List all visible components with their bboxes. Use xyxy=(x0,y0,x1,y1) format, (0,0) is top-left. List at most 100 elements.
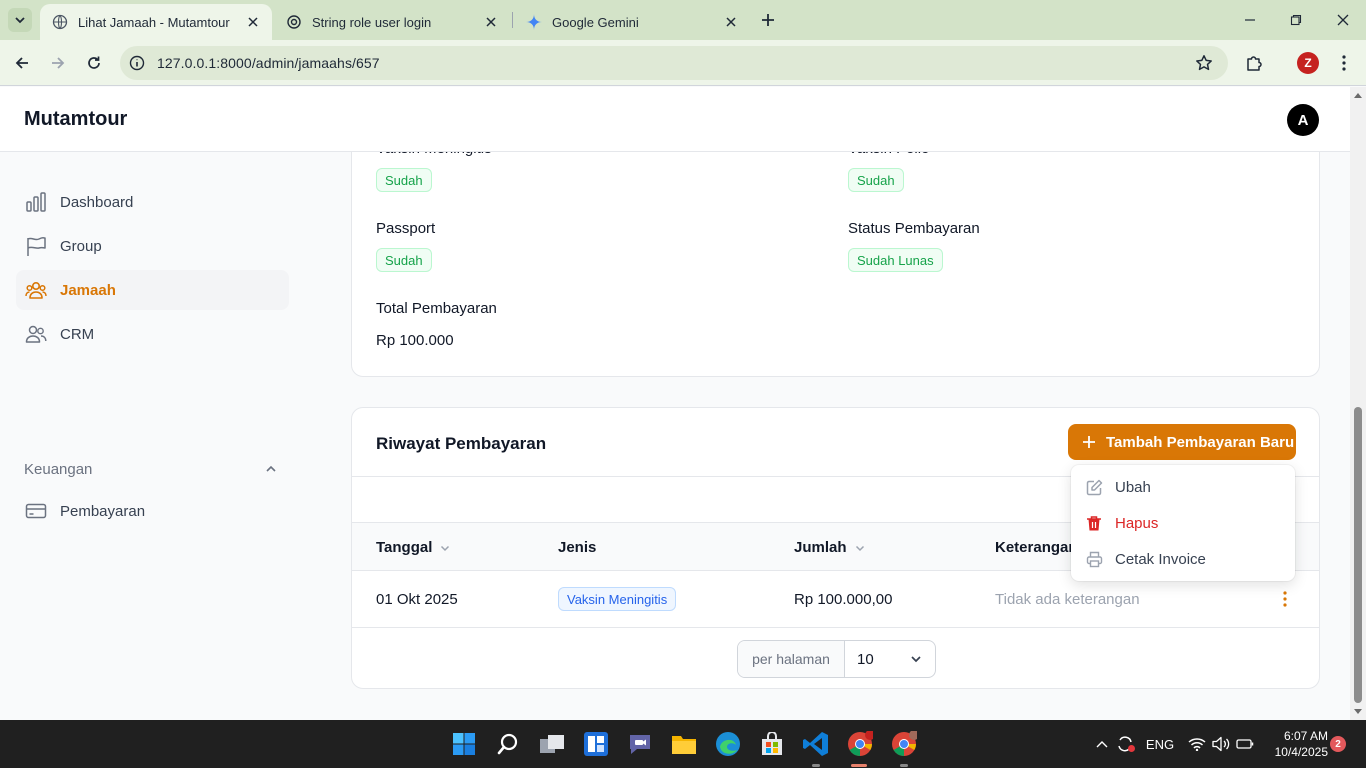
per-page-value: 10 xyxy=(857,650,874,668)
page-scrollbar[interactable] xyxy=(1350,87,1366,720)
volume-icon[interactable] xyxy=(1211,734,1231,754)
forward-arrow-icon[interactable] xyxy=(47,52,69,74)
menu-item-cetak-invoice[interactable]: Cetak Invoice xyxy=(1071,541,1295,577)
sidebar-group-keuangan[interactable]: Keuangan xyxy=(24,459,289,479)
new-tab-icon[interactable] xyxy=(758,10,778,30)
printer-icon xyxy=(1085,550,1103,568)
cell-tanggal: 01 Okt 2025 xyxy=(376,591,458,608)
task-view-icon[interactable] xyxy=(537,729,567,759)
field-label-total-pembayaran: Total Pembayaran xyxy=(376,300,497,317)
sidebar-item-dashboard[interactable]: Dashboard xyxy=(16,182,289,222)
users-icon xyxy=(24,322,48,346)
widgets-icon[interactable] xyxy=(581,729,611,759)
reload-icon[interactable] xyxy=(83,52,105,74)
tab-title: Lihat Jamaah - Mutamtour xyxy=(78,14,230,30)
back-arrow-icon[interactable] xyxy=(11,52,33,74)
teams-chat-icon[interactable] xyxy=(625,729,655,759)
status-badge: Sudah xyxy=(376,248,432,272)
profile-avatar[interactable]: Z xyxy=(1297,52,1319,74)
language-indicator[interactable]: ENG xyxy=(1144,734,1176,754)
menu-item-label: Hapus xyxy=(1115,514,1159,532)
notification-badge[interactable]: 2 xyxy=(1330,736,1346,752)
sidebar-item-jamaah[interactable]: Jamaah xyxy=(16,270,289,310)
site-info-icon[interactable] xyxy=(128,54,146,72)
running-indicator xyxy=(812,764,820,767)
column-header-tanggal[interactable]: Tanggal xyxy=(376,539,452,556)
row-actions-kebab-icon[interactable] xyxy=(1276,589,1294,609)
status-badge: Sudah Lunas xyxy=(848,248,943,272)
browser-tab[interactable]: String role user login xyxy=(274,4,510,40)
system-clock[interactable]: 6:07 AM 10/4/2025 xyxy=(1262,728,1328,760)
jenis-badge: Vaksin Meningitis xyxy=(558,587,677,611)
extensions-puzzle-icon[interactable] xyxy=(1243,52,1265,74)
edge-browser-icon[interactable] xyxy=(713,729,743,759)
address-bar[interactable]: 127.0.0.1:8000/admin/jamaahs/657 xyxy=(120,46,1228,80)
menu-item-label: Ubah xyxy=(1115,478,1151,496)
scroll-down-arrow-icon[interactable] xyxy=(1353,708,1363,716)
battery-icon[interactable] xyxy=(1235,734,1255,754)
restore-icon[interactable] xyxy=(1286,10,1306,30)
microsoft-store-icon[interactable] xyxy=(757,729,787,759)
browser-menu-icon[interactable] xyxy=(1333,52,1355,74)
openai-icon xyxy=(286,14,302,30)
sidebar-item-pembayaran[interactable]: Pembayaran xyxy=(16,491,289,531)
column-header-jumlah[interactable]: Jumlah xyxy=(794,539,867,556)
plus-icon xyxy=(1080,433,1098,451)
minimize-icon[interactable] xyxy=(1240,10,1260,30)
chrome-profile-icon[interactable] xyxy=(889,729,919,759)
sidebar-item-crm[interactable]: CRM xyxy=(16,314,289,354)
close-tab-icon[interactable] xyxy=(722,13,740,31)
chevron-down-icon xyxy=(438,541,452,555)
column-header-jenis: Jenis xyxy=(558,539,596,556)
add-payment-button[interactable]: Tambah Pembayaran Baru xyxy=(1068,424,1296,460)
trash-icon xyxy=(1085,514,1103,532)
clock-date: 10/4/2025 xyxy=(1274,745,1328,759)
field-label-status-pembayaran: Status Pembayaran xyxy=(848,220,980,237)
menu-item-hapus[interactable]: Hapus xyxy=(1071,505,1295,541)
chevron-down-icon xyxy=(853,541,867,555)
sidebar-item-group[interactable]: Group xyxy=(16,226,289,266)
vscode-icon[interactable] xyxy=(801,729,831,759)
cell-jumlah: Rp 100.000,00 xyxy=(794,591,893,608)
browser-tab[interactable]: Google Gemini xyxy=(514,4,750,40)
browser-toolbar: 127.0.0.1:8000/admin/jamaahs/657 Z xyxy=(0,40,1366,86)
column-label: Jenis xyxy=(558,539,597,556)
chevron-up-icon[interactable] xyxy=(263,461,279,477)
user-avatar[interactable]: A xyxy=(1287,104,1319,136)
scrollbar-thumb[interactable] xyxy=(1354,407,1362,703)
chrome-icon[interactable] xyxy=(845,729,875,759)
brand-logo-text[interactable]: Mutamtour xyxy=(24,108,127,131)
chevron-up-icon[interactable] xyxy=(1093,734,1111,754)
column-label: Jumlah xyxy=(794,539,847,556)
bookmark-star-icon[interactable] xyxy=(1194,53,1214,73)
credit-card-icon xyxy=(24,499,48,523)
flag-icon xyxy=(24,234,48,258)
clock-time: 6:07 AM xyxy=(1283,729,1328,743)
browser-tab-bar: Lihat Jamaah - Mutamtour String role use… xyxy=(0,0,1366,40)
wifi-icon[interactable] xyxy=(1187,734,1207,754)
active-app-indicator xyxy=(851,764,867,767)
scroll-up-arrow-icon[interactable] xyxy=(1353,91,1363,99)
sync-error-icon[interactable] xyxy=(1115,734,1137,754)
status-badge: Sudah xyxy=(376,168,432,192)
windows-start-icon[interactable] xyxy=(449,729,479,759)
chart-bar-icon xyxy=(24,190,48,214)
url-text[interactable]: 127.0.0.1:8000/admin/jamaahs/657 xyxy=(157,55,380,71)
sidebar-group-label: Keuangan xyxy=(24,460,93,478)
tab-title: Google Gemini xyxy=(552,14,639,30)
close-tab-icon[interactable] xyxy=(482,13,500,31)
chevron-down-icon xyxy=(15,17,25,24)
browser-tab-active[interactable]: Lihat Jamaah - Mutamtour xyxy=(40,4,272,40)
per-page-select[interactable]: 10 xyxy=(845,641,935,677)
sidebar: Dashboard Group Jamaah CRM Keuangan Pemb… xyxy=(0,152,312,720)
tab-title: String role user login xyxy=(312,14,432,30)
close-tab-icon[interactable] xyxy=(244,13,262,31)
app-topbar: Mutamtour A xyxy=(0,87,1350,152)
tab-search-button[interactable] xyxy=(8,8,32,32)
file-explorer-icon[interactable] xyxy=(669,729,699,759)
sidebar-item-label: CRM xyxy=(60,325,95,343)
close-window-icon[interactable] xyxy=(1333,10,1353,30)
menu-item-ubah[interactable]: Ubah xyxy=(1071,469,1295,505)
search-icon[interactable] xyxy=(493,729,523,759)
sidebar-item-label: Dashboard xyxy=(60,193,134,211)
